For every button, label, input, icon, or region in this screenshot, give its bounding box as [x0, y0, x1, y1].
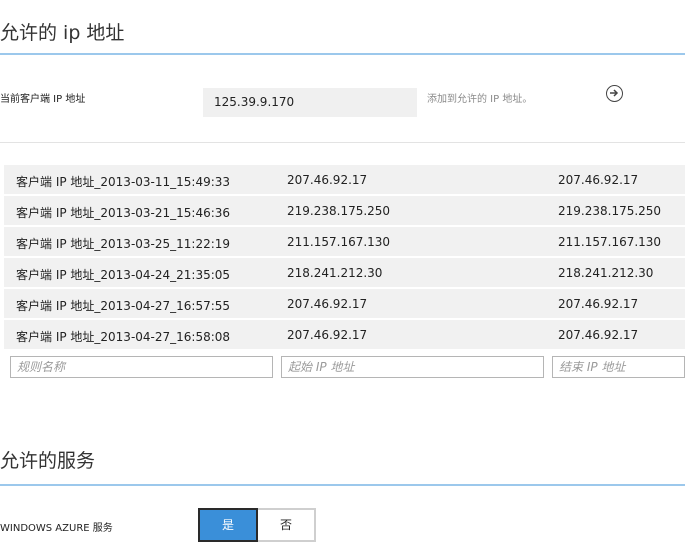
allowed-services-divider: [0, 484, 685, 486]
rule-end-ip: 218.241.212.30: [558, 266, 654, 280]
arrow-right-circle-icon: [610, 89, 619, 97]
allowed-services-title: 允许的服务: [0, 450, 96, 472]
rule-end-ip: 207.46.92.17: [558, 328, 639, 342]
end-ip-input[interactable]: [552, 356, 685, 378]
current-client-ip-label: 当前客户端 IP 地址: [0, 94, 86, 105]
section-divider: [0, 142, 685, 143]
windows-azure-services-toggle: 否 是: [198, 508, 316, 542]
toggle-no-button[interactable]: 否: [256, 508, 316, 542]
rule-end-ip: 207.46.92.17: [558, 173, 639, 187]
table-row[interactable]: 客户端 IP 地址_2013-03-21_15:46:36 219.238.17…: [4, 196, 685, 225]
rule-start-ip: 207.46.92.17: [287, 328, 368, 342]
ip-rules-table: 客户端 IP 地址_2013-03-11_15:49:33 207.46.92.…: [4, 165, 685, 351]
add-to-allowed-hint: 添加到允许的 IP 地址。: [427, 94, 533, 105]
current-client-ip-value: 125.39.9.170: [203, 88, 417, 117]
rule-start-ip: 207.46.92.17: [287, 297, 368, 311]
rule-start-ip: 219.238.175.250: [287, 204, 391, 218]
rule-name: 客户端 IP 地址_2013-04-24_21:35:05: [16, 268, 231, 282]
rule-end-ip: 219.238.175.250: [558, 204, 662, 218]
rule-name: 客户端 IP 地址_2013-03-21_15:46:36: [16, 206, 231, 220]
allowed-ip-divider: [0, 53, 685, 55]
rule-name-input[interactable]: [10, 356, 273, 378]
rule-name: 客户端 IP 地址_2013-03-11_15:49:33: [16, 175, 231, 189]
rule-start-ip: 218.241.212.30: [287, 266, 383, 280]
rule-name: 客户端 IP 地址_2013-04-27_16:58:08: [16, 330, 231, 344]
table-row[interactable]: 客户端 IP 地址_2013-03-25_11:22:19 211.157.16…: [4, 227, 685, 256]
rule-start-ip: 211.157.167.130: [287, 235, 391, 249]
allowed-ip-title: 允许的 ip 地址: [0, 22, 125, 44]
rule-name: 客户端 IP 地址_2013-04-27_16:57:55: [16, 299, 231, 313]
table-row[interactable]: 客户端 IP 地址_2013-04-27_16:58:08 207.46.92.…: [4, 320, 685, 349]
toggle-yes-button[interactable]: 是: [198, 508, 258, 542]
start-ip-input[interactable]: [281, 356, 544, 378]
windows-azure-services-label: WINDOWS AZURE 服务: [0, 523, 113, 534]
add-client-ip-button[interactable]: [606, 85, 623, 102]
rule-name: 客户端 IP 地址_2013-03-25_11:22:19: [16, 237, 231, 251]
rule-end-ip: 211.157.167.130: [558, 235, 662, 249]
table-row[interactable]: 客户端 IP 地址_2013-04-27_16:57:55 207.46.92.…: [4, 289, 685, 318]
rule-start-ip: 207.46.92.17: [287, 173, 368, 187]
rule-end-ip: 207.46.92.17: [558, 297, 639, 311]
new-rule-row: [0, 354, 685, 380]
table-row[interactable]: 客户端 IP 地址_2013-04-24_21:35:05 218.241.21…: [4, 258, 685, 287]
table-row[interactable]: 客户端 IP 地址_2013-03-11_15:49:33 207.46.92.…: [4, 165, 685, 194]
